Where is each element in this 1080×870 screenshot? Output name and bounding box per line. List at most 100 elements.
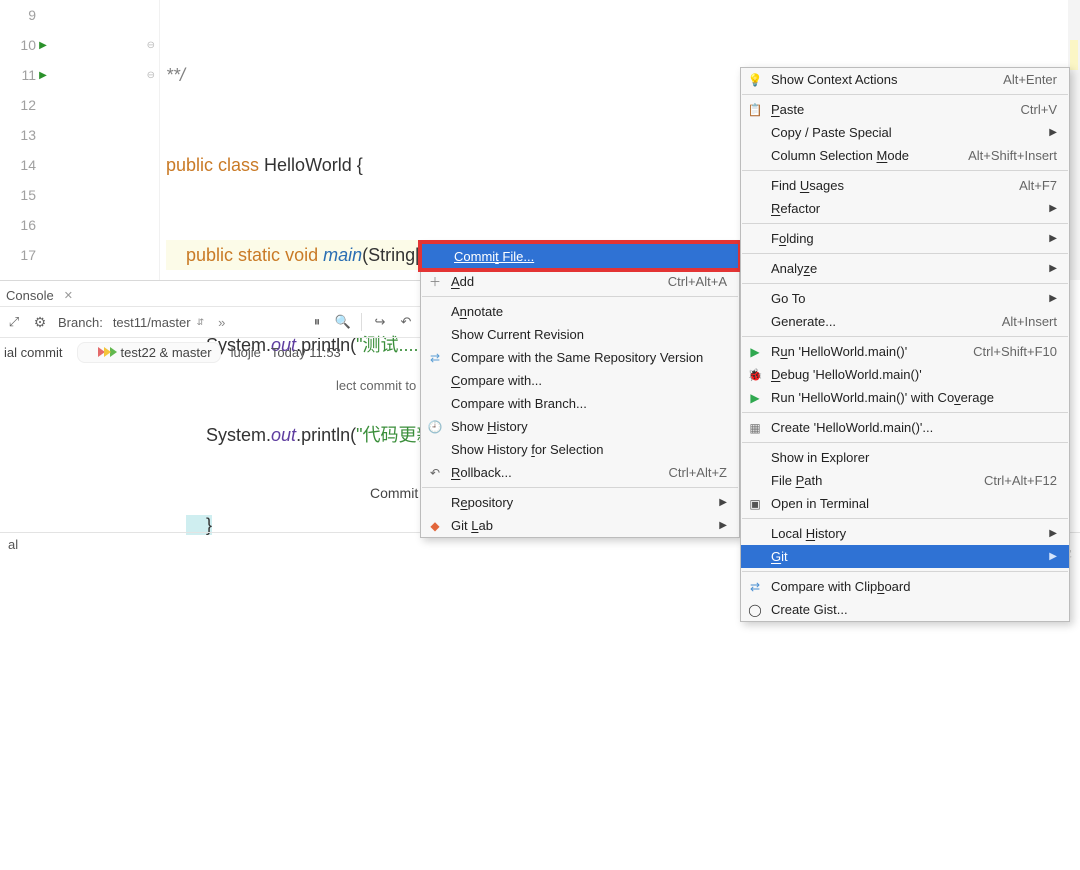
menu-run[interactable]: ▶Run 'HelloWorld.main()'Ctrl+Shift+F10 xyxy=(741,340,1069,363)
submenu-arrow-icon: ▶ xyxy=(701,520,727,531)
menu-open-terminal[interactable]: ▣Open in Terminal xyxy=(741,492,1069,515)
close-icon[interactable]: ✕ xyxy=(64,289,73,302)
git-submenu: Commit File... ＋AddCtrl+Alt+A Annotate S… xyxy=(420,243,740,538)
menu-compare-with[interactable]: Compare with... xyxy=(421,369,739,392)
menu-column-selection[interactable]: Column Selection ModeAlt+Shift+Insert xyxy=(741,144,1069,167)
menu-generate[interactable]: Generate...Alt+Insert xyxy=(741,310,1069,333)
line-number: 17 xyxy=(8,247,36,263)
separator xyxy=(742,170,1068,171)
separator xyxy=(742,518,1068,519)
menu-repository[interactable]: Repository▶ xyxy=(421,491,739,514)
submenu-arrow-icon: ▶ xyxy=(1031,263,1057,274)
menu-compare-clipboard[interactable]: ⇄Compare with Clipboard xyxy=(741,575,1069,598)
submenu-arrow-icon: ▶ xyxy=(1031,551,1057,562)
coverage-icon: ▶ xyxy=(747,390,763,406)
separator xyxy=(742,94,1068,95)
config-icon: ▦ xyxy=(747,420,763,436)
submenu-arrow-icon: ▶ xyxy=(1031,233,1057,244)
more-icon[interactable]: » xyxy=(218,315,225,330)
branch-value[interactable]: test11/master xyxy=(113,315,191,330)
vcs-toolbar: ⤢ ⚙ Branch: test11/master ⇵ » ⏸ 🔍 ↪ ↶ xyxy=(0,306,420,338)
divider xyxy=(361,313,362,331)
separator xyxy=(742,223,1068,224)
chevron-down-icon[interactable]: ⇵ xyxy=(197,317,205,328)
menu-show-in-explorer[interactable]: Show in Explorer xyxy=(741,446,1069,469)
menu-goto[interactable]: Go To▶ xyxy=(741,287,1069,310)
undo-icon[interactable]: ↶ xyxy=(398,314,414,330)
line-number: 16 xyxy=(8,217,36,233)
console-tab-bar: Console ✕ xyxy=(0,280,420,305)
menu-gitlab[interactable]: ◆Git Lab▶ xyxy=(421,514,739,537)
submenu-arrow-icon: ▶ xyxy=(1031,203,1057,214)
menu-rollback[interactable]: ↶Rollback...Ctrl+Alt+Z xyxy=(421,461,739,484)
menu-file-path[interactable]: File PathCtrl+Alt+F12 xyxy=(741,469,1069,492)
submenu-arrow-icon: ▶ xyxy=(701,497,727,508)
branch-label: Branch: xyxy=(58,315,103,330)
github-icon: ◯ xyxy=(747,602,763,618)
branch-icon xyxy=(110,347,117,357)
step-icon[interactable]: ↪ xyxy=(372,314,388,330)
menu-folding[interactable]: Folding▶ xyxy=(741,227,1069,250)
expand-icon[interactable]: ⤢ xyxy=(6,314,22,330)
submenu-arrow-icon: ▶ xyxy=(1031,528,1057,539)
plus-icon: ＋ xyxy=(427,274,443,290)
editor-context-menu: 💡Show Context ActionsAlt+Enter 📋PasteCtr… xyxy=(740,67,1070,622)
run-gutter-icon[interactable]: ▶ xyxy=(36,70,50,81)
search-icon[interactable]: 🔍 xyxy=(335,314,351,330)
terminal-icon: ▣ xyxy=(747,496,763,512)
line-number: 14 xyxy=(8,157,36,173)
commit-section-label: Commit xyxy=(370,485,418,501)
commit-author: luojie xyxy=(231,345,261,360)
submenu-arrow-icon: ▶ xyxy=(1031,127,1057,138)
console-tab[interactable]: Console xyxy=(6,288,54,303)
menu-commit-file[interactable]: Commit File... xyxy=(418,240,742,272)
menu-show-context-actions[interactable]: 💡Show Context ActionsAlt+Enter xyxy=(741,68,1069,91)
menu-find-usages[interactable]: Find UsagesAlt+F7 xyxy=(741,174,1069,197)
line-number: 12 xyxy=(8,97,36,113)
menu-annotate[interactable]: Annotate xyxy=(421,300,739,323)
menu-analyze[interactable]: Analyze▶ xyxy=(741,257,1069,280)
menu-create-gist[interactable]: ◯Create Gist... xyxy=(741,598,1069,621)
separator xyxy=(422,487,738,488)
line-number: 11 xyxy=(8,67,36,83)
run-icon: ▶ xyxy=(747,344,763,360)
run-gutter-icon[interactable]: ▶ xyxy=(36,40,50,51)
menu-create-run-config[interactable]: ▦Create 'HelloWorld.main()'... xyxy=(741,416,1069,439)
menu-git[interactable]: Git▶ xyxy=(741,545,1069,568)
pause-icon[interactable]: ⏸ xyxy=(309,314,325,330)
debug-icon: 🐞 xyxy=(747,367,763,383)
menu-show-history[interactable]: 🕘Show History xyxy=(421,415,739,438)
separator xyxy=(422,296,738,297)
menu-compare-same-repo[interactable]: ⇄Compare with the Same Repository Versio… xyxy=(421,346,739,369)
rollback-icon: ↶ xyxy=(427,465,443,481)
menu-compare-branch[interactable]: Compare with Branch... xyxy=(421,392,739,415)
menu-debug[interactable]: 🐞Debug 'HelloWorld.main()' xyxy=(741,363,1069,386)
menu-paste[interactable]: 📋PasteCtrl+V xyxy=(741,98,1069,121)
menu-run-coverage[interactable]: ▶Run 'HelloWorld.main()' with Coverage xyxy=(741,386,1069,409)
submenu-arrow-icon: ▶ xyxy=(1031,293,1057,304)
menu-copy-paste-special[interactable]: Copy / Paste Special▶ xyxy=(741,121,1069,144)
branch-tag[interactable]: test22 & master xyxy=(77,342,221,363)
separator xyxy=(742,442,1068,443)
menu-local-history[interactable]: Local History▶ xyxy=(741,522,1069,545)
gear-icon[interactable]: ⚙ xyxy=(32,314,48,330)
commit-time: Today 11:53 xyxy=(271,345,341,360)
menu-add[interactable]: ＋AddCtrl+Alt+A xyxy=(421,270,739,293)
separator xyxy=(742,571,1068,572)
fold-icon[interactable]: ⊖ xyxy=(147,40,155,51)
line-number: 15 xyxy=(8,187,36,203)
hint-text: lect commit to xyxy=(336,378,416,393)
separator xyxy=(742,283,1068,284)
paste-icon: 📋 xyxy=(747,102,763,118)
menu-show-history-selection[interactable]: Show History for Selection xyxy=(421,438,739,461)
separator xyxy=(742,412,1068,413)
commit-msg: ial commit xyxy=(0,343,67,362)
menu-show-current-revision[interactable]: Show Current Revision xyxy=(421,323,739,346)
separator xyxy=(742,253,1068,254)
separator xyxy=(742,336,1068,337)
menu-refactor[interactable]: Refactor▶ xyxy=(741,197,1069,220)
gitlab-icon: ◆ xyxy=(427,518,443,534)
fold-icon[interactable]: ⊖ xyxy=(147,70,155,81)
line-number: 13 xyxy=(8,127,36,143)
vcs-log-row[interactable]: ial commit test22 & master luojie Today … xyxy=(0,338,420,366)
